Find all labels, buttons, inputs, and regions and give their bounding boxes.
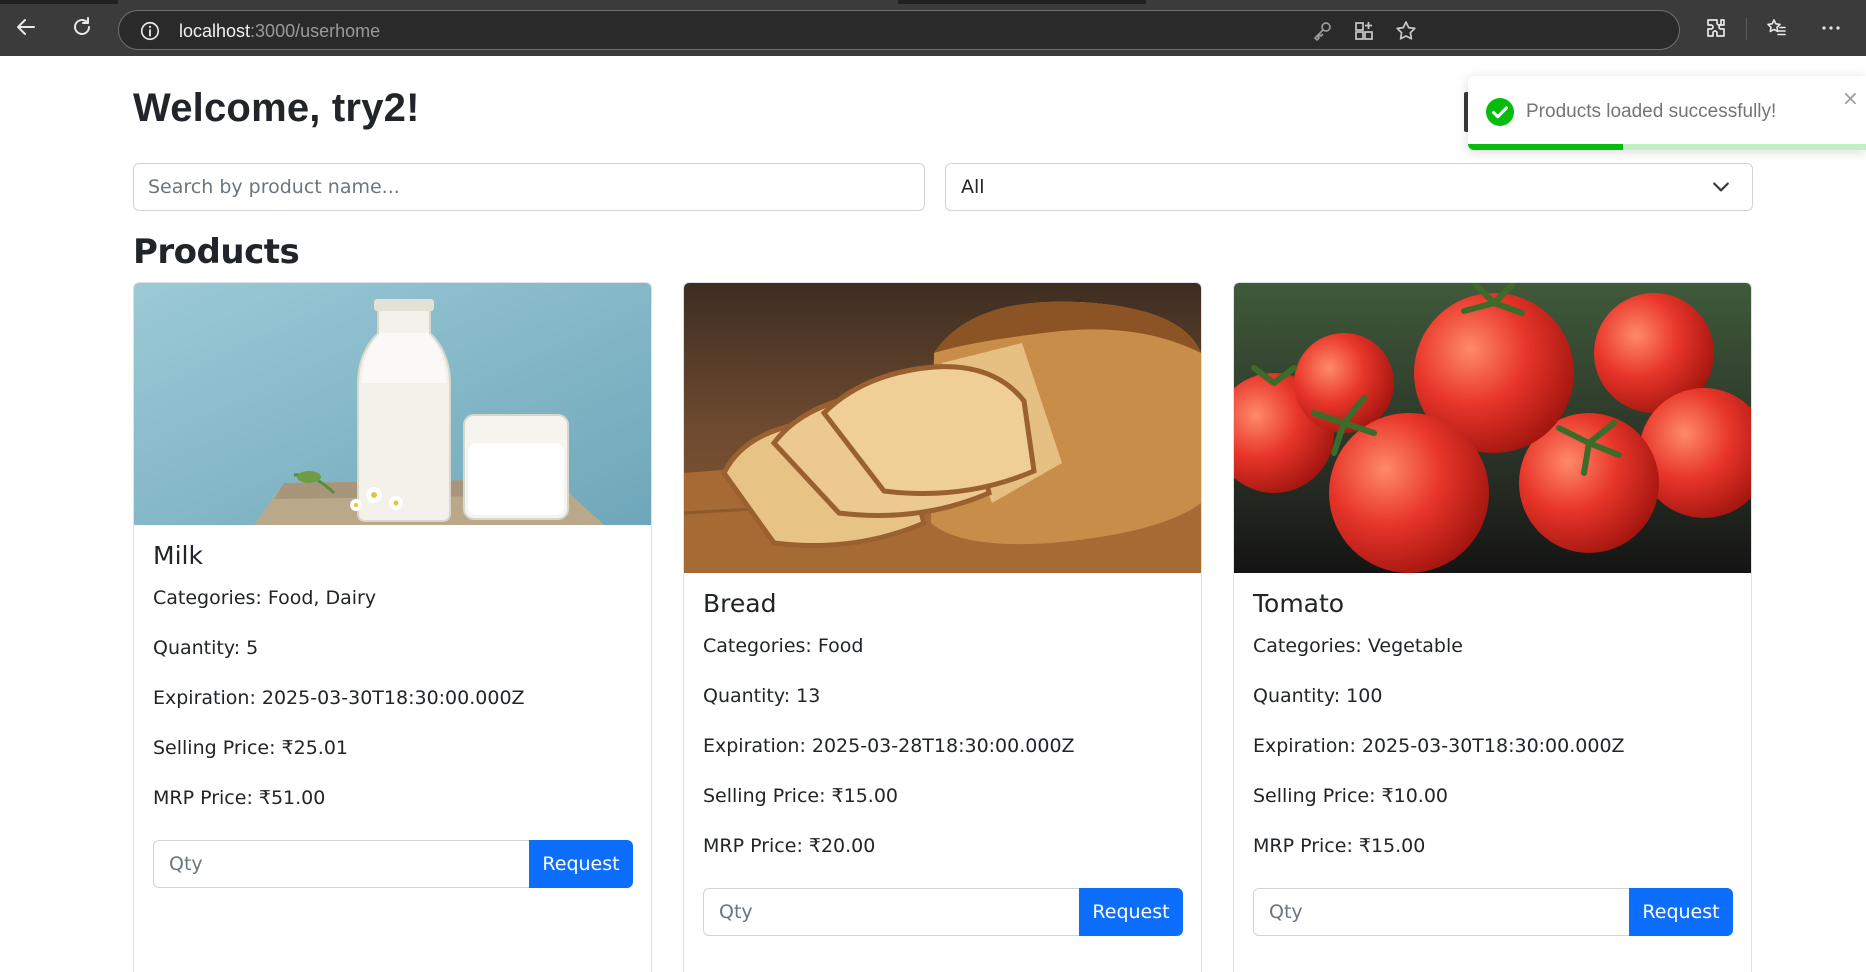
- url-host: localhost: [179, 21, 251, 41]
- product-expiration: Expiration: 2025-03-30T18:30:00.000Z: [1253, 735, 1625, 757]
- product-expiration: Expiration: 2025-03-30T18:30:00.000Z: [153, 687, 525, 709]
- site-info-icon[interactable]: [139, 20, 161, 42]
- key-icon[interactable]: [1310, 19, 1334, 43]
- card-body: Tomato Categories: Vegetable Quantity: 1…: [1253, 589, 1733, 936]
- product-categories: Categories: Vegetable: [1253, 635, 1463, 657]
- product-name: Bread: [703, 589, 777, 618]
- product-expiration: Expiration: 2025-03-28T18:30:00.000Z: [703, 735, 1075, 757]
- product-card: Bread Categories: Food Quantity: 13 Expi…: [683, 282, 1202, 972]
- tomato-image: [1234, 283, 1751, 573]
- product-mrp-price: MRP Price: ₹51.00: [153, 787, 326, 809]
- product-name: Tomato: [1253, 589, 1345, 618]
- product-quantity: Quantity: 13: [703, 685, 821, 707]
- browser-toolbar: localhost:3000/userhome: [0, 0, 1866, 56]
- toast-progress-bar: [1468, 144, 1624, 150]
- app-available-icon[interactable]: [1352, 19, 1376, 43]
- welcome-heading: Welcome, try2!: [133, 86, 420, 130]
- success-check-icon: [1486, 98, 1514, 126]
- product-categories: Categories: Food, Dairy: [153, 587, 377, 609]
- products-heading: Products: [133, 232, 300, 272]
- product-selling-price: Selling Price: ₹25.01: [153, 737, 349, 759]
- toast-close-icon[interactable]: ×: [1842, 86, 1859, 110]
- card-body: Milk Categories: Food, Dairy Quantity: 5…: [153, 541, 633, 888]
- page-content: Welcome, try2! All Products: [0, 56, 1866, 972]
- product-card: Milk Categories: Food, Dairy Quantity: 5…: [133, 282, 652, 972]
- milk-image: [134, 283, 651, 525]
- reload-icon: [74, 17, 90, 35]
- bread-image: [684, 283, 1201, 573]
- tab-active-edge: [118, 0, 898, 4]
- category-select[interactable]: All: [945, 163, 1753, 211]
- reload-button[interactable]: [64, 9, 100, 45]
- chevron-down-icon: [1713, 182, 1729, 192]
- toolbar-separator: [1746, 18, 1747, 40]
- request-button[interactable]: Request: [1079, 888, 1183, 936]
- extensions-icon[interactable]: [1704, 16, 1728, 40]
- category-select-value: All: [961, 176, 985, 198]
- product-name: Milk: [153, 541, 203, 570]
- tab-strip: [0, 0, 1866, 4]
- product-mrp-price: MRP Price: ₹20.00: [703, 835, 876, 857]
- request-button[interactable]: Request: [529, 840, 633, 888]
- url-path: :3000/userhome: [250, 21, 381, 41]
- request-group: Request: [153, 840, 633, 888]
- product-card: Tomato Categories: Vegetable Quantity: 1…: [1233, 282, 1752, 972]
- favorites-icon[interactable]: [1764, 16, 1788, 40]
- product-selling-price: Selling Price: ₹10.00: [1253, 785, 1449, 807]
- product-categories: Categories: Food: [703, 635, 864, 657]
- request-group: Request: [1253, 888, 1733, 936]
- product-quantity: Quantity: 5: [153, 637, 259, 659]
- qty-input[interactable]: [153, 840, 529, 888]
- product-selling-price: Selling Price: ₹15.00: [703, 785, 899, 807]
- url-text: localhost:3000/userhome: [179, 21, 380, 42]
- favorite-star-icon[interactable]: [1394, 19, 1418, 43]
- request-button[interactable]: Request: [1629, 888, 1733, 936]
- tab-inactive-edge: [1146, 0, 1866, 4]
- qty-input[interactable]: [703, 888, 1079, 936]
- back-arrow-icon: [17, 19, 35, 35]
- card-body: Bread Categories: Food Quantity: 13 Expi…: [703, 589, 1183, 936]
- product-mrp-price: MRP Price: ₹15.00: [1253, 835, 1426, 857]
- qty-input[interactable]: [1253, 888, 1629, 936]
- product-quantity: Quantity: 100: [1253, 685, 1383, 707]
- back-button[interactable]: [8, 9, 44, 45]
- address-bar[interactable]: localhost:3000/userhome: [118, 10, 1680, 50]
- search-input[interactable]: [133, 163, 925, 211]
- toast-notification[interactable]: Products loaded successfully! ×: [1468, 76, 1866, 150]
- toast-message: Products loaded successfully!: [1526, 101, 1777, 122]
- request-group: Request: [703, 888, 1183, 936]
- more-menu-icon[interactable]: [1819, 16, 1843, 40]
